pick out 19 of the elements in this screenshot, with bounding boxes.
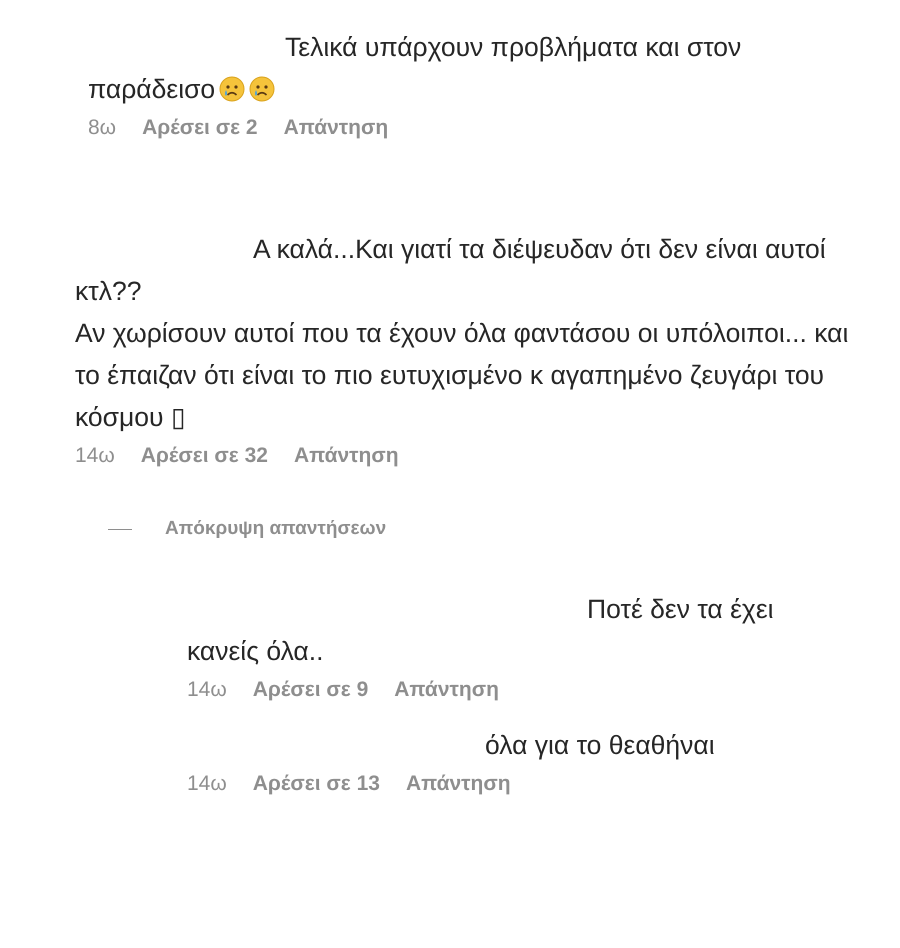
comment-time: 8ω <box>88 116 116 140</box>
reply-link[interactable]: Απάντηση <box>394 678 499 702</box>
reply-link[interactable]: Απάντηση <box>294 444 399 468</box>
crying-face-icon <box>219 76 246 102</box>
comment-time: 14ω <box>75 444 115 468</box>
comment-time: 14ω <box>187 772 227 796</box>
comment-time: 14ω <box>187 678 227 702</box>
hide-replies-link[interactable]: Απόκρυψη απαντήσεων <box>165 518 386 540</box>
comment-text: όλα για το θεαθήναι <box>484 729 716 762</box>
crying-face-icon <box>249 76 276 102</box>
likes-link[interactable]: Αρέσει σε 9 <box>252 678 368 702</box>
comment-text: Τελικά υπάρχουν προβλήματα και στον παράδεισο <box>88 31 742 106</box>
comment-text: Ποτέ δεν τα έχει κανείς όλα.. <box>187 593 775 668</box>
likes-link[interactable]: Αρέσει σε 2 <box>142 116 258 140</box>
likes-link[interactable]: Αρέσει σε 32 <box>140 444 268 468</box>
comment-text: Α καλά...Και γιατί τα διέψευδαν ότι δεν είναι αυτοί κτλ?? Αν χωρίσουν αυτοί που τα έχουν όλα φαντάσου οι υπόλοιποι... και το έπαιζαν ότι είναι το πιο ευτυχισμένο κ αγαπημένο ζευγάρι του κόσμου ▯ <box>75 233 850 434</box>
likes-link[interactable]: Αρέσει σε 13 <box>252 772 380 796</box>
reply-link[interactable]: Απάντηση <box>284 116 388 140</box>
reply-link[interactable]: Απάντηση <box>406 772 511 796</box>
